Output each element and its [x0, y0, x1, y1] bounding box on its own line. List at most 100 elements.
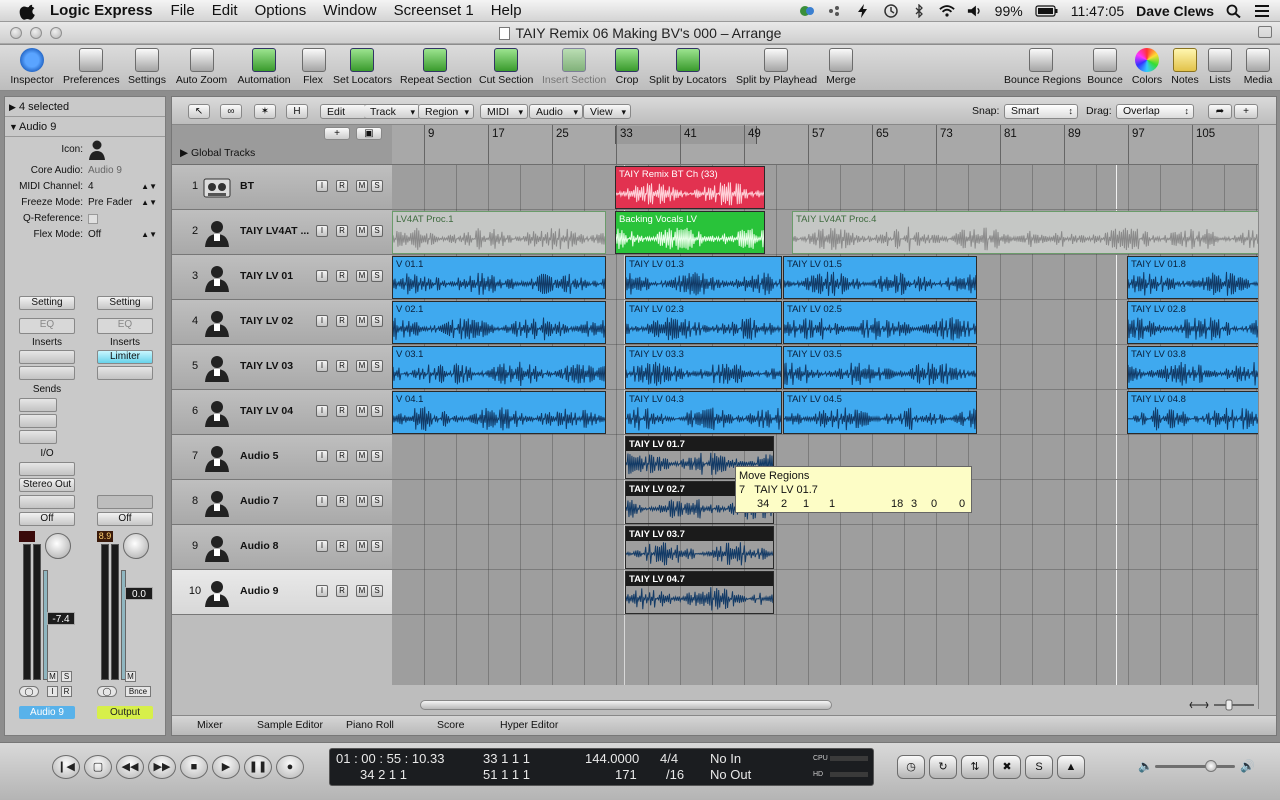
catch-playhead-icon[interactable]: ✶ — [254, 104, 276, 119]
battery-icon[interactable] — [1035, 4, 1059, 18]
stepper-icon[interactable]: ▲▼ — [141, 179, 157, 195]
audio-region[interactable]: V 01.1 — [392, 256, 606, 299]
cpu-meter[interactable] — [830, 756, 868, 761]
audio-region[interactable]: TAIY LV 01.5 — [783, 256, 977, 299]
track-record-enable-button[interactable]: R — [336, 540, 348, 552]
menu-window[interactable]: Window — [323, 2, 376, 19]
tab-hyper-editor[interactable]: Hyper Editor — [500, 719, 558, 731]
track-name[interactable]: TAIY LV 01 — [240, 270, 312, 282]
arrange-lanes[interactable]: TAIY Remix BT Ch (33) LV4AT Proc.1 Backing… — [392, 165, 1258, 685]
division-signature[interactable]: /16 — [666, 767, 684, 782]
bluetooth-icon[interactable] — [911, 4, 927, 18]
track-header[interactable]: 7 Audio 5IRMS — [172, 435, 392, 480]
local-menu-midi[interactable]: MIDI — [480, 104, 528, 120]
record-icon[interactable]: ● — [276, 755, 304, 779]
track-mute-button[interactable]: M — [356, 180, 368, 192]
send-slot-2[interactable] — [19, 414, 57, 428]
track-header[interactable]: 8 Audio 7IRMS — [172, 480, 392, 525]
track-record-enable-button[interactable]: R — [336, 360, 348, 372]
track-record-enable-button[interactable]: R — [336, 405, 348, 417]
volume-icon[interactable] — [967, 4, 983, 18]
user-name[interactable]: Dave Clews — [1136, 3, 1214, 19]
track-parameter-header[interactable]: ▼ Audio 9 — [5, 117, 165, 137]
q-reference-checkbox[interactable] — [88, 214, 98, 224]
flex-button[interactable]: Flex — [302, 48, 326, 86]
stop-icon[interactable]: ■ — [180, 755, 208, 779]
tab-piano-roll[interactable]: Piano Roll — [346, 719, 394, 731]
track-input-monitor-button[interactable]: I — [316, 585, 328, 597]
track-mute-button[interactable]: M — [356, 450, 368, 462]
link-icon[interactable]: ◯ — [19, 686, 39, 697]
track-header[interactable]: 9 Audio 8IRMS — [172, 525, 392, 570]
go-to-position-icon[interactable]: ▢ — [84, 755, 112, 779]
preferences-button[interactable]: Preferences — [63, 48, 120, 86]
audio-region[interactable]: TAIY LV 04.3 — [625, 391, 782, 434]
global-tracks-label[interactable]: ▶ Global Tracks — [180, 147, 255, 159]
menu-edit[interactable]: Edit — [212, 2, 238, 19]
audio-region[interactable]: V 02.1 — [392, 301, 606, 344]
track-input-monitor-button[interactable]: I — [316, 315, 328, 327]
track-header[interactable]: 2 TAIY LV4AT ... I R M S — [172, 210, 392, 255]
local-menu-audio[interactable]: Audio — [529, 104, 583, 120]
track-mute-button[interactable]: M — [356, 540, 368, 552]
dots-icon[interactable] — [827, 4, 843, 18]
zoom-slider-icon[interactable] — [1188, 699, 1258, 711]
strip-mute-button[interactable]: M — [125, 671, 136, 682]
status-app-icon[interactable] — [799, 4, 815, 18]
local-menu-track[interactable]: Track — [364, 104, 420, 120]
automation-button[interactable]: Automation — [236, 48, 292, 86]
setting-button[interactable]: Setting — [19, 296, 75, 310]
track-solo-button[interactable]: S — [371, 540, 383, 552]
stepper-icon[interactable]: ▲▼ — [141, 195, 157, 211]
time-signature[interactable]: 4/4 — [660, 751, 678, 766]
toolbar-toggle-button[interactable] — [1258, 26, 1272, 38]
track-header[interactable]: 3 TAIY LV 01 I R M S — [172, 255, 392, 300]
singer-icon[interactable] — [87, 139, 107, 161]
audio-region[interactable]: TAIY LV 03.5 — [783, 346, 977, 389]
auto-zoom-button[interactable]: Auto Zoom — [175, 48, 228, 86]
right-locator[interactable]: 51 1 1 1 — [483, 767, 530, 782]
eq-button[interactable]: EQ — [97, 318, 153, 334]
track-name[interactable]: TAIY LV4AT ... — [240, 225, 312, 237]
strip-solo-button[interactable]: S — [61, 671, 72, 682]
track-name[interactable]: Audio 9 — [240, 585, 312, 597]
local-menu-view[interactable]: View — [583, 104, 631, 120]
bounce-button[interactable]: Bounce — [1087, 48, 1123, 86]
tempo-display[interactable]: 144.0000 — [585, 751, 639, 766]
go-to-start-icon[interactable]: ❙◀ — [52, 755, 80, 779]
peak-indicator[interactable] — [19, 531, 35, 542]
audio-region[interactable]: TAIY LV 03.7 — [625, 526, 774, 569]
insert-slot-2[interactable] — [97, 366, 153, 380]
list-icon[interactable] — [1254, 4, 1270, 18]
insert-slot-2[interactable] — [19, 366, 75, 380]
track-header[interactable]: 6 TAIY LV 04 I R M S — [172, 390, 392, 435]
bounce-regions-button[interactable]: Bounce Regions — [1004, 48, 1081, 86]
fader-value[interactable]: -7.4 — [47, 612, 75, 625]
track-input-monitor-button[interactable]: I — [316, 225, 328, 237]
add-track-button[interactable]: + — [324, 127, 350, 140]
automation-mode-button[interactable]: Off — [97, 512, 153, 526]
bounce-strip-button[interactable]: Bnce — [125, 686, 151, 697]
track-input-monitor-button[interactable]: I — [316, 450, 328, 462]
audio-region[interactable]: V 04.1 — [392, 391, 606, 434]
track-mute-button[interactable]: M — [356, 405, 368, 417]
split-by-playhead-button[interactable]: Split by Playhead — [736, 48, 817, 86]
track-input-monitor-button[interactable]: I — [316, 180, 328, 192]
track-input-monitor-button[interactable]: I — [316, 540, 328, 552]
eq-button[interactable]: EQ — [19, 318, 75, 334]
solo-icon[interactable]: S — [1025, 755, 1053, 779]
vertical-scrollbar[interactable] — [1258, 125, 1276, 709]
time-machine-icon[interactable] — [883, 4, 899, 18]
fast-forward-icon[interactable]: ▶▶ — [148, 755, 176, 779]
app-menu[interactable]: Logic Express — [50, 2, 153, 19]
insert-slot-1[interactable] — [19, 350, 75, 364]
volume-fader[interactable] — [43, 570, 48, 680]
selection-header[interactable]: ▶ 4 selected — [5, 97, 165, 117]
track-name[interactable]: Audio 8 — [240, 540, 312, 552]
track-input-monitor-button[interactable]: I — [316, 360, 328, 372]
hd-meter[interactable] — [830, 772, 868, 777]
disclosure-down-icon[interactable]: ▼ — [9, 117, 18, 137]
track-record-enable-button[interactable]: R — [336, 495, 348, 507]
track-record-enable-button[interactable]: R — [336, 450, 348, 462]
flex-mode-row[interactable]: Flex Mode: Off ▲▼ — [5, 227, 165, 243]
